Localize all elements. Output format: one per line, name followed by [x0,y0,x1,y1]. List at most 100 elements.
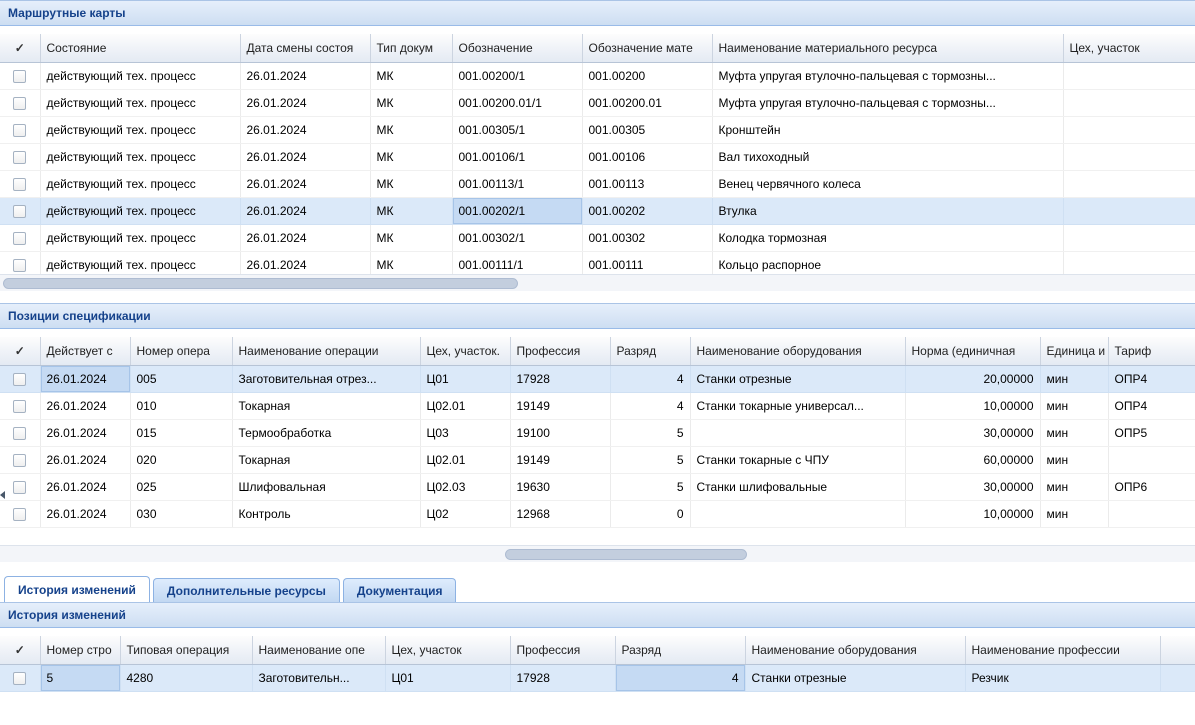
column-header[interactable]: Цех, участок. [420,337,510,365]
row-checkbox[interactable] [13,400,26,413]
row-checkbox[interactable] [13,508,26,521]
cell[interactable] [1108,500,1195,527]
cell[interactable]: Втулка [712,197,1063,224]
table-row[interactable]: действующий тех. процесс26.01.2024МК001.… [0,170,1195,197]
cell[interactable]: 4 [610,392,690,419]
row-checkbox[interactable] [13,373,26,386]
cell[interactable]: МК [370,170,452,197]
cell[interactable]: 001.00111 [582,251,712,274]
cell[interactable]: 001.00111/1 [452,251,582,274]
cell[interactable]: 001.00113 [582,170,712,197]
column-header[interactable]: Номер стро [40,636,120,664]
cell[interactable]: Кронштейн [712,116,1063,143]
cell[interactable]: 26.01.2024 [40,365,130,392]
cell[interactable] [1063,251,1195,274]
cell[interactable] [1063,116,1195,143]
cell[interactable]: 19149 [510,446,610,473]
cell[interactable]: действующий тех. процесс [40,62,240,89]
cell[interactable]: 4 [610,365,690,392]
spec-positions-hscrollbar[interactable] [0,545,1195,562]
cell[interactable]: мин [1040,500,1108,527]
cell[interactable]: Ц02.03 [420,473,510,500]
cell[interactable]: 26.01.2024 [40,419,130,446]
cell[interactable]: МК [370,116,452,143]
cell[interactable]: 12968 [510,500,610,527]
row-checkbox[interactable] [13,259,26,272]
cell[interactable]: Ц02.01 [420,446,510,473]
cell[interactable]: мин [1040,473,1108,500]
cell[interactable]: 20,00000 [905,365,1040,392]
table-row[interactable]: действующий тех. процесс26.01.2024МК001.… [0,224,1195,251]
cell[interactable]: 5 [40,664,120,691]
cell[interactable]: 015 [130,419,232,446]
route-maps-hscrollbar[interactable] [0,274,1195,291]
cell[interactable]: Токарная [232,392,420,419]
cell[interactable]: Ц02 [420,500,510,527]
cell[interactable]: 26.01.2024 [240,62,370,89]
row-checkbox[interactable] [13,97,26,110]
cell[interactable]: 10,00000 [905,392,1040,419]
cell[interactable]: Контроль [232,500,420,527]
column-header[interactable]: Разряд [615,636,745,664]
cell[interactable]: 5 [610,419,690,446]
cell[interactable]: 26.01.2024 [40,500,130,527]
cell[interactable]: 5 [610,446,690,473]
spec-positions-hscroll-thumb[interactable] [505,549,747,560]
cell[interactable]: 26.01.2024 [40,473,130,500]
tab-additional-resources[interactable]: Дополнительные ресурсы [153,578,340,602]
column-header[interactable]: Тариф [1108,337,1195,365]
cell[interactable]: действующий тех. процесс [40,224,240,251]
cell[interactable]: ОПР4 [1108,392,1195,419]
select-all-header[interactable]: ✓ [0,636,40,664]
cell[interactable] [1063,143,1195,170]
cell[interactable]: 17928 [510,365,610,392]
cell[interactable]: 001.00305/1 [452,116,582,143]
cell[interactable]: Ц03 [420,419,510,446]
cell[interactable]: действующий тех. процесс [40,116,240,143]
cell[interactable]: действующий тех. процесс [40,89,240,116]
table-row[interactable]: 26.01.2024010ТокарнаяЦ02.01191494Станки … [0,392,1195,419]
cell[interactable]: Ц01 [420,365,510,392]
cell[interactable]: 30,00000 [905,419,1040,446]
cell[interactable]: МК [370,89,452,116]
row-checkbox[interactable] [13,454,26,467]
row-checkbox[interactable] [13,124,26,137]
cell[interactable]: 001.00305 [582,116,712,143]
table-row[interactable]: 26.01.2024025ШлифовальнаяЦ02.03196305Ста… [0,473,1195,500]
column-header[interactable]: Обозначение [452,34,582,62]
select-all-header[interactable]: ✓ [0,337,40,365]
cell[interactable]: Станки отрезные [745,664,965,691]
column-header[interactable]: Разряд [610,337,690,365]
column-header[interactable]: Номер опера [130,337,232,365]
cell[interactable]: МК [370,197,452,224]
cell[interactable]: 26.01.2024 [40,392,130,419]
table-row[interactable]: 54280Заготовительн...Ц01179284Станки отр… [0,664,1195,691]
table-row[interactable]: действующий тех. процесс26.01.2024МК001.… [0,251,1195,274]
cell[interactable]: 26.01.2024 [240,197,370,224]
cell[interactable]: действующий тех. процесс [40,143,240,170]
cell[interactable]: 26.01.2024 [40,446,130,473]
cell[interactable]: 17928 [510,664,615,691]
table-row[interactable]: 26.01.2024015ТермообработкаЦ0319100530,0… [0,419,1195,446]
column-header[interactable]: Состояние [40,34,240,62]
row-checkbox[interactable] [13,205,26,218]
cell[interactable]: Станки шлифовальные [690,473,905,500]
table-row[interactable]: действующий тех. процесс26.01.2024МК001.… [0,143,1195,170]
cell[interactable]: 26.01.2024 [240,116,370,143]
column-header[interactable]: Профессия [510,337,610,365]
cell[interactable]: 19149 [510,392,610,419]
cell[interactable]: 26.01.2024 [240,143,370,170]
column-header[interactable]: Единица и [1040,337,1108,365]
tab-documentation[interactable]: Документация [343,578,457,602]
table-row[interactable]: 26.01.2024005Заготовительная отрез...Ц01… [0,365,1195,392]
cell[interactable] [1063,170,1195,197]
cell[interactable]: МК [370,62,452,89]
row-checkbox[interactable] [13,672,26,685]
cell[interactable]: Заготовительн... [252,664,385,691]
cell[interactable] [1063,224,1195,251]
column-header[interactable]: Типовая операция [120,636,252,664]
cell[interactable] [1063,89,1195,116]
cell[interactable]: 26.01.2024 [240,224,370,251]
cell[interactable]: мин [1040,365,1108,392]
cell[interactable]: Колодка тормозная [712,224,1063,251]
